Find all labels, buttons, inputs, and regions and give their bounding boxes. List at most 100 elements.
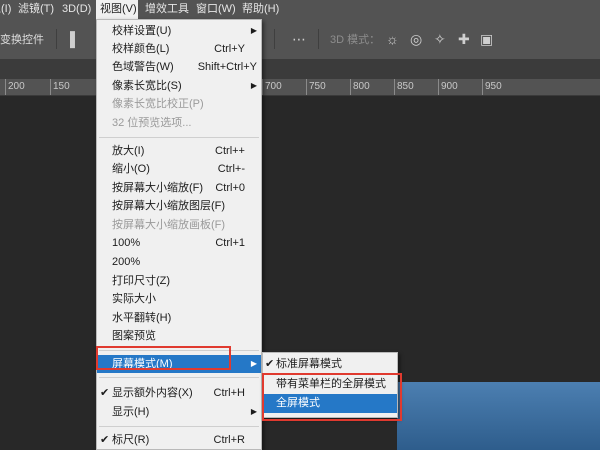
- menu-item-flip-horizontal[interactable]: 水平翻转(H): [97, 309, 261, 327]
- menu-bar: 像(I) 滤镜(T) 3D(D) 视图(V) 增效工具 窗口(W) 帮助(H): [0, 0, 600, 19]
- menu-item-label: 显示(H): [112, 406, 150, 418]
- ruler-label: 950: [485, 81, 502, 92]
- menu-item-actual-size[interactable]: 实际大小: [97, 290, 261, 308]
- ruler-label: 850: [397, 81, 414, 92]
- menu-item-label: 按屏幕大小缩放(F): [112, 182, 204, 194]
- menu-item-fit-artboard: 按屏幕大小缩放画板(F): [97, 216, 261, 234]
- ruler-label: 800: [353, 81, 370, 92]
- menu-item-zoom-in[interactable]: 放大(I) Ctrl++: [97, 142, 261, 160]
- menu-window[interactable]: 窗口(W): [192, 0, 240, 19]
- ruler-label: 200: [8, 81, 25, 92]
- menu-filter[interactable]: 滤镜(T): [14, 0, 58, 19]
- menu-item-proof-colors[interactable]: 校样颜色(L) Ctrl+Y: [97, 40, 261, 58]
- menu-item-zoom-out[interactable]: 缩小(O) Ctrl+-: [97, 160, 261, 178]
- menu-item-gamut-warning[interactable]: 色域警告(W) Shift+Ctrl+Y: [97, 58, 261, 76]
- align-left-icon[interactable]: ▌: [70, 29, 80, 49]
- menu-item-shortcut: Ctrl+-: [217, 163, 245, 175]
- more-options-icon[interactable]: ⋯: [292, 29, 306, 49]
- menu-item-shortcut: Ctrl++: [215, 145, 245, 157]
- ruler-tick: [438, 79, 439, 95]
- menu-item-show[interactable]: 显示(H) ▶: [97, 403, 261, 421]
- 3d-slide-icon[interactable]: ✚: [458, 29, 470, 49]
- document-tab-strip: [0, 59, 600, 79]
- menu-item-shortcut: Ctrl+1: [215, 237, 245, 249]
- options-divider: [56, 29, 57, 49]
- menu-3d[interactable]: 3D(D): [58, 0, 95, 19]
- 3d-roll-icon[interactable]: ◎: [410, 29, 422, 49]
- menu-item-label: 按屏幕大小缩放画板(F): [112, 219, 226, 231]
- 3d-mode-label: 3D 模式：: [330, 34, 381, 46]
- menu-item-label: 校样颜色(L): [112, 43, 170, 55]
- menu-item-label: 显示额外内容(X): [112, 387, 193, 399]
- 3d-pan-icon[interactable]: ✧: [434, 29, 446, 49]
- menu-item-label: 放大(I): [112, 145, 145, 157]
- ruler-tick: [482, 79, 483, 95]
- ruler-label: 150: [53, 81, 70, 92]
- menu-item-shortcut: Ctrl+0: [215, 182, 245, 194]
- menu-divider: [99, 137, 259, 138]
- menu-item-print-size[interactable]: 打印尺寸(Z): [97, 272, 261, 290]
- ruler-label: 750: [309, 81, 326, 92]
- menu-item-fit-on-screen[interactable]: 按屏幕大小缩放(F) Ctrl+0: [97, 179, 261, 197]
- checkmark-icon: ✔: [100, 434, 110, 446]
- submenu-arrow-icon: ▶: [250, 359, 257, 368]
- ruler-tick: [5, 79, 6, 95]
- menu-item-pixel-aspect-correction: 像素长宽比校正(P): [97, 95, 261, 113]
- transform-controls-label[interactable]: 变换控件: [0, 31, 44, 47]
- checkmark-icon: ✔: [265, 358, 275, 370]
- menu-help[interactable]: 帮助(H): [238, 0, 283, 19]
- menu-view[interactable]: 视图(V): [96, 0, 138, 19]
- ruler-tick: [350, 79, 351, 95]
- menu-item-label: 缩小(O): [112, 163, 150, 175]
- menu-item-label: 按屏幕大小缩放图层(F): [112, 200, 226, 212]
- horizontal-ruler: 200 150 700 750 800 850 900 950: [0, 79, 600, 96]
- menu-item-label: 校样设置(U): [112, 25, 172, 37]
- submenu-arrow-icon: ▶: [250, 26, 257, 35]
- submenu-arrow-icon: ▶: [250, 407, 257, 416]
- view-menu: 校样设置(U) ▶ 校样颜色(L) Ctrl+Y 色域警告(W) Shift+C…: [96, 19, 262, 450]
- menu-divider: [99, 377, 259, 378]
- ruler-tick: [50, 79, 51, 95]
- 3d-orbit-icon[interactable]: ☼: [386, 29, 399, 49]
- options-divider: [318, 29, 319, 49]
- options-bar: 变换控件 ▌ ⋯ 3D 模式： ☼ ◎ ✧ ✚ ▣: [0, 19, 600, 59]
- menu-plugins[interactable]: 增效工具: [141, 0, 193, 19]
- menu-item-label: 像素长宽比校正(P): [112, 98, 204, 110]
- annotation-highlight-screen-mode: [96, 346, 231, 370]
- annotation-highlight-fullscreen-options: [262, 373, 402, 421]
- ruler-tick: [306, 79, 307, 95]
- 3d-scale-icon[interactable]: ▣: [480, 29, 493, 49]
- menu-item-100-percent[interactable]: 100% Ctrl+1: [97, 234, 261, 252]
- ruler-tick: [394, 79, 395, 95]
- menu-item-label: 32 位预览选项...: [112, 117, 192, 129]
- submenu-item-standard-screen[interactable]: ✔ 标准屏幕模式: [263, 355, 397, 374]
- menu-item-label: 水平翻转(H): [112, 312, 172, 324]
- menu-item-shortcut: Ctrl+H: [213, 387, 245, 399]
- submenu-arrow-icon: ▶: [250, 81, 257, 90]
- menu-item-show-extras[interactable]: ✔ 显示额外内容(X) Ctrl+H: [97, 384, 261, 402]
- submenu-item-label: 标准屏幕模式: [276, 358, 342, 370]
- menu-item-pattern-preview[interactable]: 图案预览: [97, 327, 261, 345]
- menu-divider: [99, 426, 259, 427]
- menu-item-label: 像素长宽比(S): [112, 80, 182, 92]
- menu-item-fit-layer[interactable]: 按屏幕大小缩放图层(F): [97, 197, 261, 215]
- menu-item-label: 实际大小: [112, 293, 156, 305]
- document-image: [397, 382, 600, 450]
- menu-item-200-percent[interactable]: 200%: [97, 253, 261, 271]
- menu-item-label: 100%: [112, 237, 141, 249]
- menu-item-shortcut: Ctrl+R: [213, 434, 245, 446]
- menu-item-label: 图案预览: [112, 330, 156, 342]
- menu-item-pixel-aspect-ratio[interactable]: 像素长宽比(S) ▶: [97, 77, 261, 95]
- ruler-label: 700: [265, 81, 282, 92]
- menu-item-shortcut: Shift+Ctrl+Y: [197, 61, 257, 73]
- checkmark-icon: ✔: [100, 387, 110, 399]
- menu-item-label: 200%: [112, 256, 141, 268]
- ruler-tick: [262, 79, 263, 95]
- menu-item-32bit-preview: 32 位预览选项...: [97, 114, 261, 132]
- ruler-label: 900: [441, 81, 458, 92]
- menu-item-proof-setup[interactable]: 校样设置(U) ▶: [97, 22, 261, 40]
- menu-item-label: 标尺(R): [112, 434, 150, 446]
- menu-item-shortcut: Ctrl+Y: [214, 43, 245, 55]
- menu-item-label: 色域警告(W): [112, 61, 174, 73]
- menu-item-rulers[interactable]: ✔ 标尺(R) Ctrl+R: [97, 431, 261, 449]
